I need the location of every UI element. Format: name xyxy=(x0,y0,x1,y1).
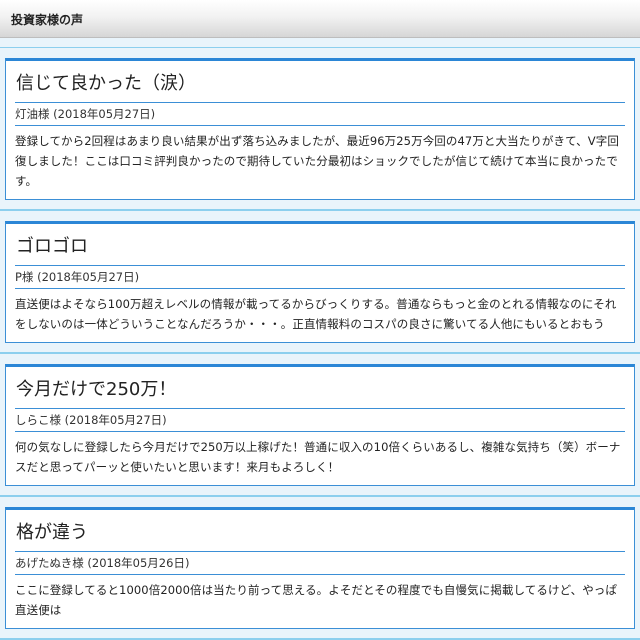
review-card: ゴロゴロ P様 (2018年05月27日) 直送便はよそなら100万超えレベルの… xyxy=(5,221,635,343)
review-title: 信じて良かった（涙） xyxy=(15,69,625,103)
review-card: 信じて良かった（涙） 灯油様 (2018年05月27日) 登録してから2回程はあ… xyxy=(5,58,635,200)
review-card-wrapper: 格が違う あげたぬき様 (2018年05月26日) ここに登録してると1000倍… xyxy=(0,497,640,640)
review-body: 登録してから2回程はあまり良い結果が出ず落ち込みましたが、最近96万25万今回の… xyxy=(15,134,619,188)
review-title: 今月だけで250万！ xyxy=(15,375,625,409)
review-body: ここに登録してると1000倍2000倍は当たり前って思える。よそだとその程度でも… xyxy=(15,583,617,617)
review-author: しらこ様 (2018年05月27日) xyxy=(15,409,625,432)
review-author: 灯油様 (2018年05月27日) xyxy=(15,103,625,126)
review-author: P様 (2018年05月27日) xyxy=(15,266,625,289)
review-body: 何の気なしに登録したら今月だけで250万以上稼げた！普通に収入の10倍くらいある… xyxy=(15,440,621,474)
review-card-wrapper: ゴロゴロ P様 (2018年05月27日) 直送便はよそなら100万超えレベルの… xyxy=(0,211,640,354)
header-divider xyxy=(0,38,640,48)
review-author: あげたぬき様 (2018年05月26日) xyxy=(15,552,625,575)
review-card: 格が違う あげたぬき様 (2018年05月26日) ここに登録してると1000倍… xyxy=(5,507,635,629)
review-card-wrapper: 信じて良かった（涙） 灯油様 (2018年05月27日) 登録してから2回程はあ… xyxy=(0,48,640,211)
review-body: 直送便はよそなら100万超えレベルの情報が載ってるからびっくりする。普通ならもっ… xyxy=(15,297,617,331)
review-card: 今月だけで250万！ しらこ様 (2018年05月27日) 何の気なしに登録した… xyxy=(5,364,635,486)
review-card-wrapper: 今月だけで250万！ しらこ様 (2018年05月27日) 何の気なしに登録した… xyxy=(0,354,640,497)
review-title: ゴロゴロ xyxy=(15,232,625,266)
page-header: 投資家様の声 xyxy=(0,0,640,38)
page-title: 投資家様の声 xyxy=(11,13,84,27)
review-title: 格が違う xyxy=(15,518,625,552)
